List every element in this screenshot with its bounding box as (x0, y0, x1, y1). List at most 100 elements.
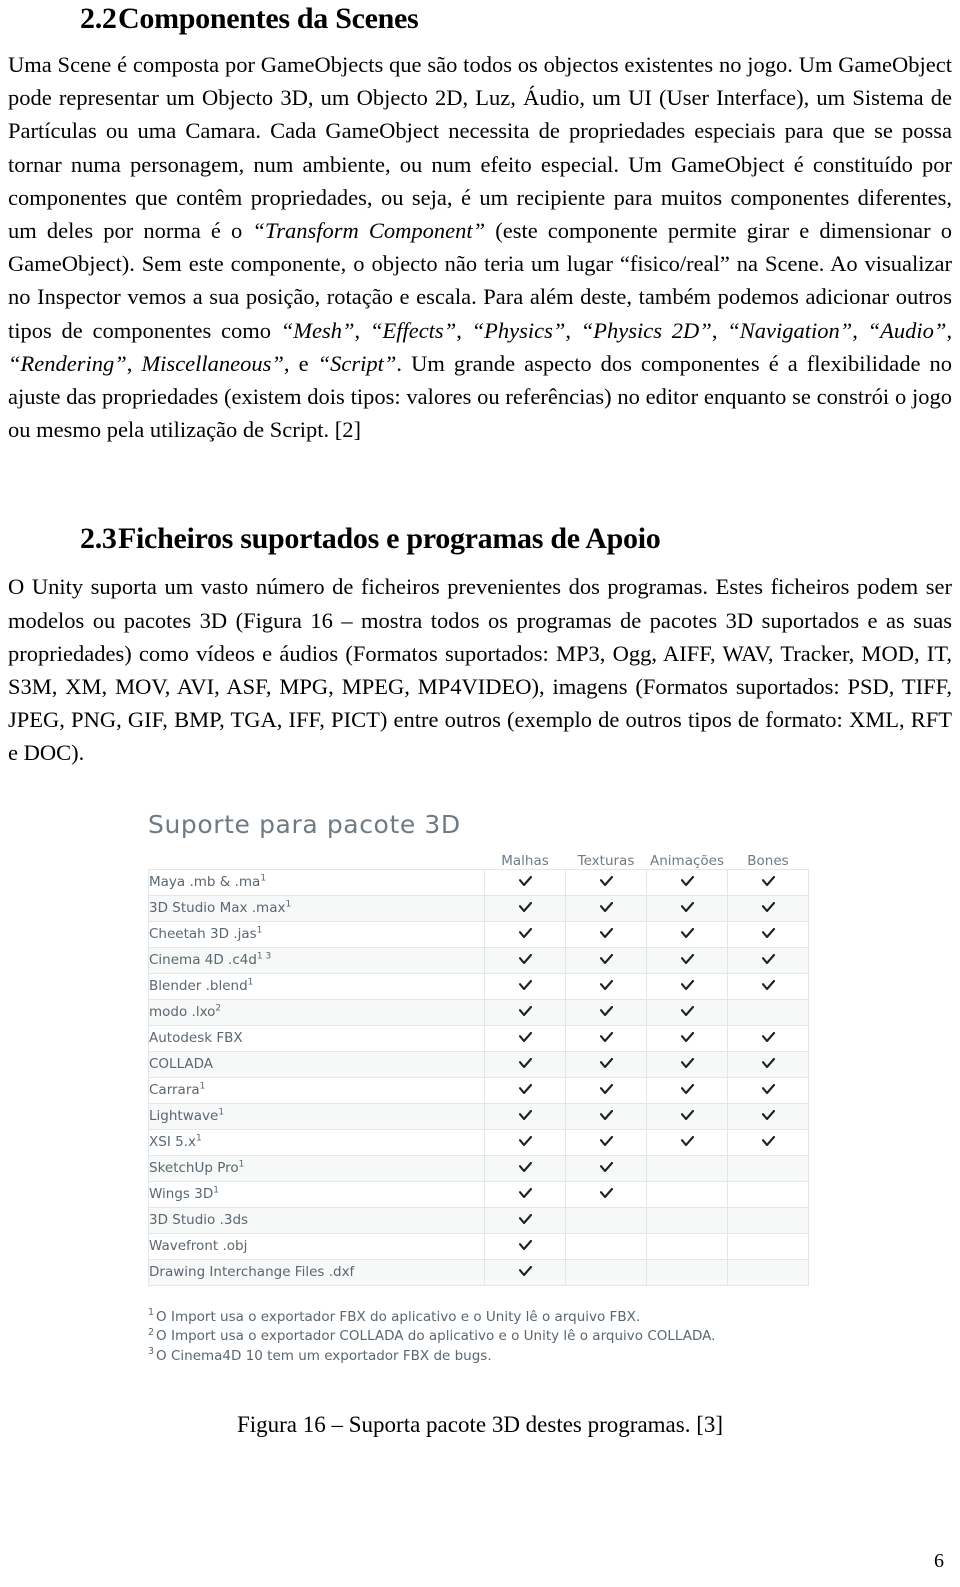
table-cell-format-name: Autodesk FBX (148, 1024, 485, 1052)
table-cell-format-name: Lightwave1 (148, 1102, 485, 1130)
section-title: Ficheiros suportados e programas de Apoi… (118, 522, 661, 556)
checkmark-icon (518, 1104, 532, 1121)
checkmark-icon (761, 1078, 775, 1095)
checkmark-icon (518, 1026, 532, 1043)
table-cell-supported (565, 920, 647, 948)
checkmark-icon (761, 1026, 775, 1043)
table-cell-supported (565, 1154, 647, 1182)
checkmark-icon (761, 1130, 775, 1147)
checkmark-icon (680, 1000, 694, 1017)
checkmark-icon (518, 948, 532, 965)
table-cell-supported (646, 946, 728, 974)
checkmark-icon (680, 974, 694, 991)
page-number: 6 (934, 1550, 944, 1572)
table-cell-supported (646, 920, 728, 948)
table-cell-supported (727, 1128, 809, 1156)
footnote-marker: 1 (218, 1107, 225, 1118)
checkmark-icon (761, 948, 775, 965)
document-page: 2.2 Componentes da Scenes Uma Scene é co… (0, 0, 960, 1587)
table-column-header: Bones (747, 852, 789, 869)
table-cell-unsupported (727, 1232, 809, 1260)
table-cell-supported (565, 1024, 647, 1052)
table-cell-supported (565, 868, 647, 896)
table-row: XSI 5.x1 (148, 1128, 809, 1156)
checkmark-icon (599, 1156, 613, 1173)
table-row: Maya .mb & .ma1 (148, 868, 809, 896)
table-cell-supported (646, 1102, 728, 1130)
table-row: Cheetah 3D .jas1 (148, 920, 809, 948)
table-cell-supported (565, 1128, 647, 1156)
checkmark-icon (680, 896, 694, 913)
section-heading-2-3: 2.3 Ficheiros suportados e programas de … (8, 518, 952, 556)
table-cell-supported (646, 998, 728, 1026)
table-cell-supported (565, 972, 647, 1000)
table-row: 3D Studio .3ds (148, 1206, 809, 1234)
table-row: Cinema 4D .c4d1 3 (148, 946, 809, 974)
table-cell-supported (646, 1076, 728, 1104)
table-cell-supported (484, 1024, 566, 1052)
support-table-3d-packages: Malhas Texturas Animações Bones Maya .mb & … (148, 853, 809, 1286)
footnote-marker: 2 (148, 1326, 155, 1338)
table-column-header: Malhas (501, 852, 549, 869)
table-cell-format-name: 3D Studio .3ds (148, 1206, 485, 1234)
checkmark-icon (599, 948, 613, 965)
checkmark-icon (761, 896, 775, 913)
table-cell-format-name: Wings 3D1 (148, 1180, 485, 1208)
checkmark-icon (518, 896, 532, 913)
checkmark-icon (761, 922, 775, 939)
table-cell-supported (646, 894, 728, 922)
table-cell-supported (727, 1050, 809, 1078)
table-cell-unsupported (565, 1258, 647, 1286)
table-row: Wavefront .obj (148, 1232, 809, 1260)
table-cell-supported (484, 868, 566, 896)
table-row: Blender .blend1 (148, 972, 809, 1000)
table-cell-format-name: Maya .mb & .ma1 (148, 868, 485, 896)
table-cell-supported (484, 1232, 566, 1260)
table-cell-supported (727, 972, 809, 1000)
footnote-marker: 1 (247, 977, 254, 988)
checkmark-icon (599, 1130, 613, 1147)
checkmark-icon (599, 1182, 613, 1199)
table-row: Wings 3D1 (148, 1180, 809, 1208)
checkmark-icon (680, 922, 694, 939)
table-cell-format-name: 3D Studio Max .max1 (148, 894, 485, 922)
checkmark-icon (518, 1182, 532, 1199)
table-row: Drawing Interchange Files .dxf (148, 1258, 809, 1286)
table-cell-supported (727, 894, 809, 922)
footnote-marker: 1 (213, 1185, 219, 1196)
footnote-line: 3O Cinema4D 10 tem um exportador FBX de … (148, 1346, 492, 1364)
table-cell-supported (646, 1128, 728, 1156)
footnote-marker: 1 (195, 1133, 202, 1144)
checkmark-icon (518, 1000, 532, 1017)
checkmark-icon (518, 1208, 532, 1225)
table-cell-supported (484, 1258, 566, 1286)
table-cell-unsupported (727, 998, 809, 1026)
table-cell-supported (484, 1102, 566, 1130)
checkmark-icon (599, 1078, 613, 1095)
table-cell-supported (646, 1024, 728, 1052)
figure-16: Suporte para pacote 3D Malhas Texturas Ani… (8, 810, 952, 1439)
checkmark-icon (680, 1052, 694, 1069)
checkmark-icon (680, 1026, 694, 1043)
table-cell-supported (727, 1076, 809, 1104)
table-column-header: Texturas (577, 852, 635, 869)
table-row: modo .lxo2 (148, 998, 809, 1026)
table-cell-supported (565, 894, 647, 922)
table-row: 3D Studio Max .max1 (148, 894, 809, 922)
checkmark-icon (680, 1104, 694, 1121)
checkmark-icon (680, 948, 694, 965)
table-cell-unsupported (646, 1154, 728, 1182)
table-body: Maya .mb & .ma1 3D Studio Max .max1 Cheeta… (148, 868, 809, 1286)
checkmark-icon (518, 974, 532, 991)
footnote-marker: 1 (148, 1307, 155, 1319)
table-cell-supported (484, 1076, 566, 1104)
table-cell-supported (484, 946, 566, 974)
checkmark-icon (761, 870, 775, 887)
section-paragraph-2-3: O Unity suporta um vasto número de fiche… (8, 574, 952, 766)
table-cell-format-name: Carrara1 (148, 1076, 485, 1104)
table-column-header: Animações (650, 852, 724, 869)
footnote-marker: 3 (148, 1346, 155, 1358)
table-cell-supported (565, 998, 647, 1026)
table-cell-format-name: Cheetah 3D .jas1 (148, 920, 485, 948)
